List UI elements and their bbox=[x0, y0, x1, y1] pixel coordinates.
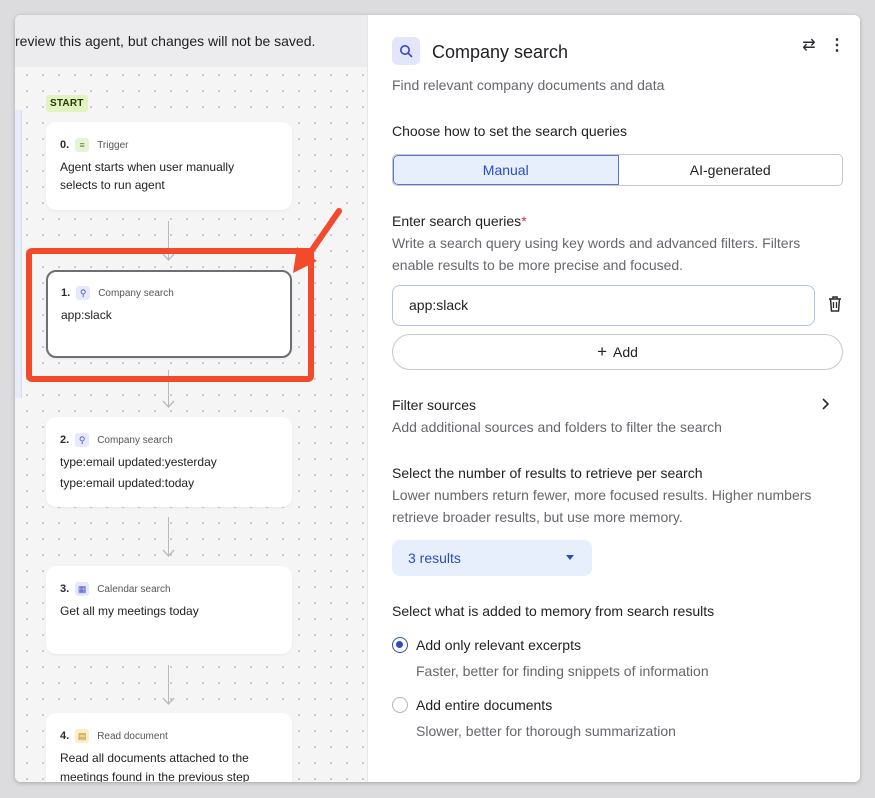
step-number: 0. bbox=[60, 139, 70, 151]
side-strip bbox=[15, 110, 22, 398]
add-query-label: Add bbox=[613, 344, 638, 360]
document-icon: ▤ bbox=[75, 729, 90, 743]
radio-help: Faster, better for finding snippets of i… bbox=[416, 663, 709, 679]
connector-arrow-icon bbox=[162, 400, 175, 408]
step-type: Calendar search bbox=[97, 583, 171, 595]
mode-ai-generated-button[interactable]: AI-generated bbox=[619, 155, 843, 185]
step-card-calendar-search[interactable]: 3. ▦ Calendar search Get all my meetings… bbox=[46, 566, 292, 654]
step-card-read-document[interactable]: 4. ▤ Read document Read all documents at… bbox=[46, 713, 292, 782]
plus-icon: + bbox=[597, 342, 607, 361]
step-header: 4. ▤ Read document bbox=[60, 729, 278, 743]
start-badge: START bbox=[46, 95, 88, 112]
connector-arrow-icon bbox=[162, 697, 175, 705]
list-icon: ≡ bbox=[75, 138, 90, 152]
results-count-select[interactable]: 3 results bbox=[392, 540, 592, 576]
radio-label[interactable]: Add entire documents bbox=[416, 697, 552, 713]
step-line: meetings found in the previous step bbox=[60, 770, 250, 782]
radio-help: Slower, better for thorough summarizatio… bbox=[416, 723, 676, 739]
step-line: type:email updated:yesterday bbox=[60, 455, 217, 469]
calendar-icon: ▦ bbox=[75, 582, 90, 596]
query-mode-label: Choose how to set the search queries bbox=[392, 123, 628, 139]
results-count-label: Select the number of results to retrieve… bbox=[392, 465, 703, 481]
step-type: Read document bbox=[97, 730, 168, 742]
memory-label: Select what is added to memory from sear… bbox=[392, 603, 715, 619]
caret-down-icon bbox=[566, 555, 574, 560]
results-count-value: 3 results bbox=[408, 550, 461, 566]
search-icon bbox=[392, 37, 420, 65]
step-config-panel: Company search ⇄ ⋮ Find relevant company… bbox=[367, 15, 860, 782]
panel-title: Company search bbox=[432, 42, 569, 62]
queries-help: Write a search query using key words and… bbox=[392, 235, 801, 273]
results-count-help: Lower numbers return fewer, more focused… bbox=[392, 487, 812, 525]
required-mark: * bbox=[521, 213, 527, 229]
more-options-icon[interactable]: ⋮ bbox=[826, 35, 848, 57]
connector-arrow-icon bbox=[162, 549, 175, 557]
step-number: 2. bbox=[60, 434, 70, 446]
read-only-banner: review this agent, but changes will not … bbox=[15, 15, 367, 67]
annotation-arrow-icon bbox=[293, 208, 342, 273]
query-mode-toggle: Manual AI-generated bbox=[392, 154, 843, 186]
step-type: Company search bbox=[97, 434, 173, 446]
step-type: Trigger bbox=[97, 139, 129, 151]
radio-entire-documents[interactable] bbox=[392, 697, 408, 713]
panel-description: Find relevant company documents and data bbox=[392, 77, 665, 93]
queries-label-text: Enter search queries bbox=[392, 213, 522, 229]
step-line: type:email updated:today bbox=[60, 476, 195, 490]
step-header: 2. ⚲ Company search bbox=[60, 433, 278, 447]
step-card-company-search[interactable]: 2. ⚲ Company search type:email updated:y… bbox=[46, 417, 292, 507]
swap-icon[interactable]: ⇄ bbox=[798, 35, 820, 57]
radio-relevant-excerpts[interactable] bbox=[392, 637, 408, 653]
annotation-highlight-box bbox=[26, 248, 314, 382]
search-icon: ⚲ bbox=[75, 433, 90, 447]
step-card-trigger[interactable]: 0. ≡ Trigger Agent starts when user manu… bbox=[46, 122, 292, 210]
step-header: 0. ≡ Trigger bbox=[60, 138, 278, 152]
mode-manual-button[interactable]: Manual bbox=[393, 155, 619, 185]
step-line: Agent starts when user manually bbox=[60, 160, 235, 174]
trash-icon[interactable] bbox=[826, 294, 844, 314]
step-line: Read all documents attached to the bbox=[60, 751, 249, 765]
step-line: selects to run agent bbox=[60, 178, 165, 192]
step-number: 3. bbox=[60, 583, 70, 595]
filter-sources-label[interactable]: Filter sources bbox=[392, 397, 476, 413]
add-query-button[interactable]: + Add bbox=[392, 334, 843, 370]
step-line: Get all my meetings today bbox=[60, 604, 199, 618]
queries-label: Enter search queries* bbox=[392, 213, 527, 229]
search-query-input[interactable]: app:slack bbox=[392, 285, 815, 326]
filter-sources-help: Add additional sources and folders to fi… bbox=[392, 419, 722, 435]
step-number: 4. bbox=[60, 730, 70, 742]
workflow-canvas[interactable]: review this agent, but changes will not … bbox=[15, 15, 367, 782]
radio-label[interactable]: Add only relevant excerpts bbox=[416, 637, 581, 653]
chevron-right-icon[interactable] bbox=[820, 397, 830, 414]
step-header: 3. ▦ Calendar search bbox=[60, 582, 278, 596]
app-window: review this agent, but changes will not … bbox=[15, 15, 860, 782]
